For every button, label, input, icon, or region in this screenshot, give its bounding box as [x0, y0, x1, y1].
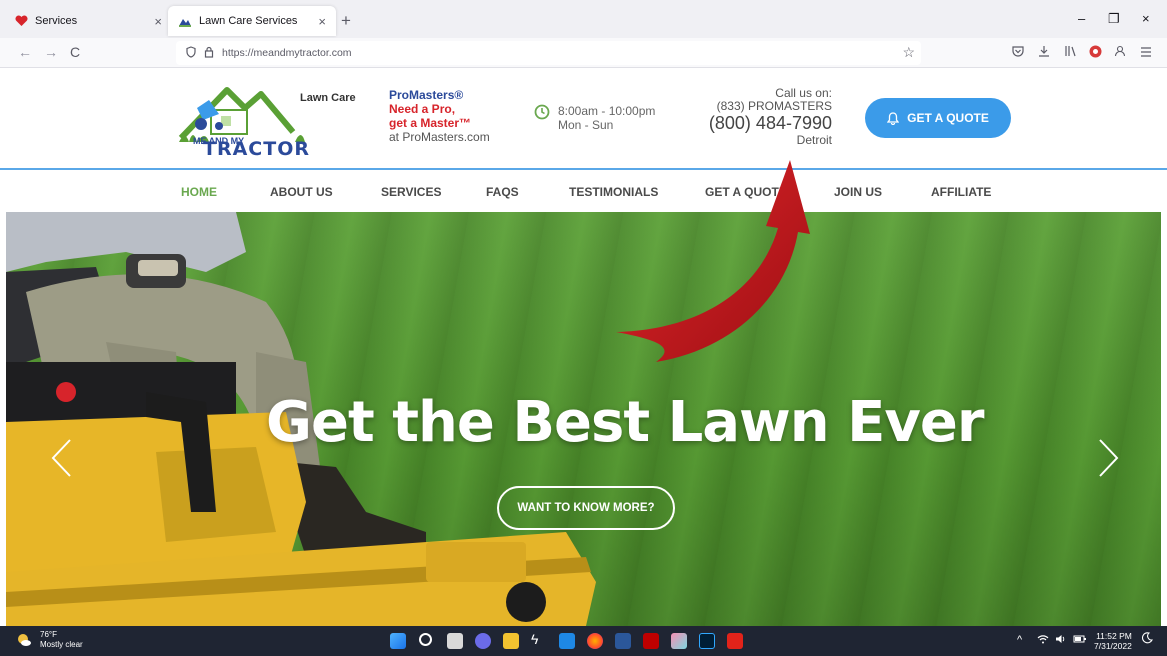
- acrobat-icon[interactable]: [727, 633, 743, 649]
- hours-time: 8:00am - 10:00pm: [558, 104, 656, 118]
- browser-nav-bar: ← → C https://meandmytractor.com ☆: [0, 38, 1167, 68]
- notification-moon-icon[interactable]: [1141, 632, 1153, 647]
- site-header: Lawn Care ME AND MY TRACTOR ProMasters® …: [0, 68, 1167, 170]
- promo-tagline-2: get a Master™: [389, 116, 472, 130]
- file-explorer-icon[interactable]: [503, 633, 519, 649]
- windows-taskbar: 76°F Mostly clear ϟ ^ 11:52 PM 7/31/2022: [0, 626, 1167, 656]
- battery-icon[interactable]: [1073, 634, 1087, 647]
- get-a-quote-label: GET A QUOTE: [907, 111, 989, 125]
- menu-item-services[interactable]: SERVICES: [381, 185, 441, 199]
- menu-item-home[interactable]: HOME: [181, 185, 217, 199]
- business-hours: 8:00am - 10:00pm Mon - Sun: [534, 104, 655, 132]
- system-clock[interactable]: 11:52 PM 7/31/2022: [1094, 631, 1132, 651]
- firefox-icon[interactable]: [587, 633, 603, 649]
- tab-title: Lawn Care Services: [199, 15, 298, 27]
- bell-icon: [887, 111, 900, 125]
- tractor-favicon-icon: [178, 14, 192, 28]
- library-icon[interactable]: [1064, 45, 1076, 60]
- address-bar[interactable]: https://meandmytractor.com ☆: [176, 41, 921, 65]
- call-label: Call us on:: [775, 86, 832, 100]
- back-button[interactable]: ←: [18, 44, 32, 60]
- site-logo[interactable]: Lawn Care ME AND MY TRACTOR: [175, 80, 365, 160]
- promasters-promo[interactable]: ProMasters® Need a Pro, get a Master™ at…: [389, 88, 490, 144]
- contact-block: Call us on: (833) PROMASTERS (800) 484-7…: [680, 86, 832, 147]
- menu-item-testimonials[interactable]: TESTIMONIALS: [569, 185, 658, 199]
- weather-desc: Mostly clear: [40, 640, 83, 649]
- hero-slider: Get the Best Lawn Ever WANT TO KNOW MORE…: [6, 212, 1161, 626]
- get-a-quote-button[interactable]: GET A QUOTE: [865, 98, 1011, 138]
- lock-icon: [204, 46, 214, 61]
- task-view-icon[interactable]: [447, 633, 463, 649]
- slider-next-arrow-icon[interactable]: [1098, 438, 1120, 483]
- clock-icon: [534, 104, 550, 120]
- moon-cloud-icon: [18, 634, 31, 646]
- close-tab-icon[interactable]: ×: [318, 14, 326, 29]
- clock-time: 11:52 PM: [1096, 631, 1132, 641]
- lightning-app-icon[interactable]: ϟ: [531, 631, 547, 647]
- menu-item-get-a-quote[interactable]: GET A QUOTE: [705, 185, 787, 199]
- filezilla-icon[interactable]: [643, 633, 659, 649]
- pocket-icon[interactable]: [1012, 45, 1024, 60]
- site-main-menu: HOME ABOUT US SERVICES FAQS TESTIMONIALS…: [0, 170, 1167, 212]
- tab-title: Services: [35, 15, 78, 27]
- download-icon[interactable]: [1038, 45, 1050, 60]
- promo-tagline-1: Need a Pro,: [389, 102, 456, 116]
- chat-icon[interactable]: [475, 633, 491, 649]
- shield-icon: [186, 45, 196, 61]
- browser-tab-services[interactable]: Services ×: [4, 6, 172, 36]
- bookmark-star-icon[interactable]: ☆: [902, 44, 915, 61]
- extension-icon[interactable]: [1089, 45, 1102, 61]
- slider-prev-arrow-icon[interactable]: [50, 438, 72, 483]
- menu-item-affiliate[interactable]: AFFILIATE: [931, 185, 991, 199]
- logo-tractor-text: TRACTOR: [203, 138, 310, 160]
- menu-item-about-us[interactable]: ABOUT US: [270, 185, 333, 199]
- weather-temp: 76°F: [40, 630, 57, 639]
- want-to-know-more-button[interactable]: WANT TO KNOW MORE?: [497, 486, 675, 530]
- logo-lawn-care-text: Lawn Care: [300, 92, 356, 104]
- phone-number[interactable]: (800) 484-7990: [680, 113, 832, 133]
- profile-icon[interactable]: [1114, 45, 1126, 60]
- forward-button[interactable]: →: [44, 44, 58, 60]
- promo-site: at ProMasters.com: [389, 130, 490, 144]
- speaker-icon[interactable]: [1055, 634, 1067, 647]
- browser-tab-strip: Services × Lawn Care Services × + – ❐ ×: [0, 0, 1167, 38]
- reload-button[interactable]: C: [70, 44, 80, 60]
- new-tab-button[interactable]: +: [341, 11, 351, 31]
- close-window-button[interactable]: ×: [1142, 11, 1150, 26]
- start-windows-icon[interactable]: [390, 633, 406, 649]
- menu-icon[interactable]: [1140, 45, 1152, 60]
- url-text: https://meandmytractor.com: [222, 47, 352, 59]
- maximize-button[interactable]: ❐: [1108, 11, 1120, 27]
- heart-icon: [14, 14, 28, 28]
- hero-headline: Get the Best Lawn Ever: [266, 390, 985, 455]
- search-icon[interactable]: [419, 633, 432, 646]
- clock-date: 7/31/2022: [1094, 641, 1132, 651]
- hours-days: Mon - Sun: [558, 118, 614, 132]
- city-label: Detroit: [796, 133, 832, 147]
- photoshop-icon[interactable]: [699, 633, 715, 649]
- wifi-icon[interactable]: [1037, 634, 1049, 647]
- browser-tab-lawn-care[interactable]: Lawn Care Services ×: [168, 6, 336, 36]
- menu-item-join-us[interactable]: JOIN US: [834, 185, 882, 199]
- promo-brand: ProMasters®: [389, 88, 464, 102]
- photos-icon[interactable]: [671, 633, 687, 649]
- chevron-up-icon[interactable]: ^: [1017, 634, 1022, 646]
- weather-widget[interactable]: 76°F Mostly clear: [16, 630, 83, 650]
- menu-item-faqs[interactable]: FAQS: [486, 185, 519, 199]
- mail-icon[interactable]: [559, 633, 575, 649]
- minimize-button[interactable]: –: [1078, 11, 1085, 26]
- vanity-number[interactable]: (833) PROMASTERS: [680, 100, 832, 113]
- close-tab-icon[interactable]: ×: [154, 14, 162, 29]
- word-icon[interactable]: [615, 633, 631, 649]
